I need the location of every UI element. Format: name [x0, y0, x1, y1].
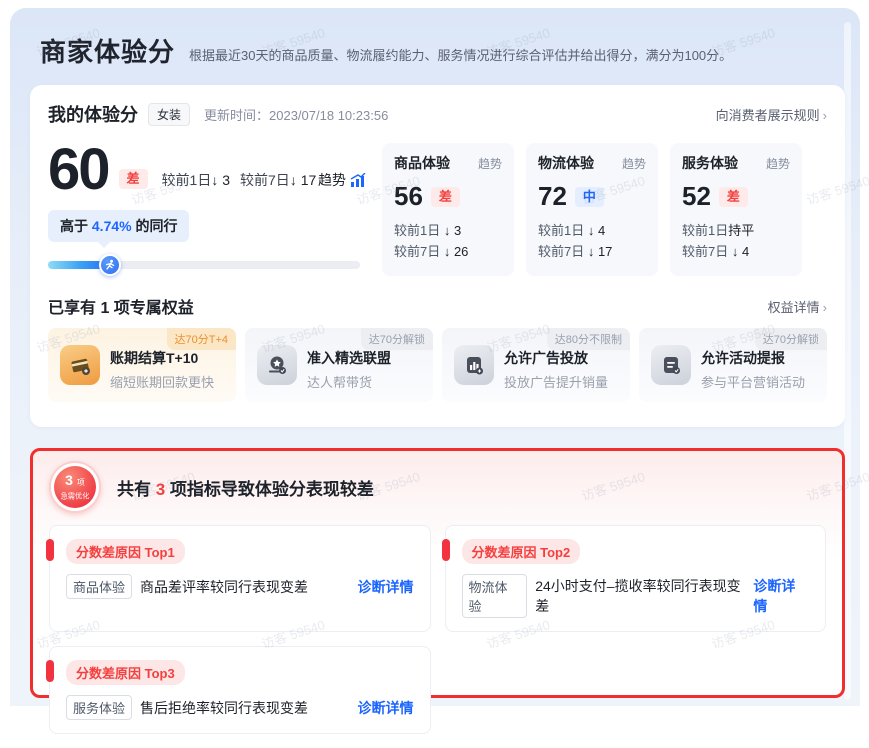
category-tag: 女装	[148, 103, 190, 126]
reason-text: 商品差评率较同行表现变差	[140, 577, 308, 597]
diagnosis-card-top1: 分数差原因 Top1 商品体验 商品差评率较同行表现变差 诊断详情	[49, 525, 431, 632]
score-progress-knob	[99, 254, 121, 276]
benefit-card-alliance[interactable]: 达70分解锁 准入精选联盟 达人帮带货	[245, 328, 433, 402]
diagnosis-detail-link[interactable]: 诊断详情	[753, 576, 809, 616]
total-score-vs-day7: 较前7日↓ 17	[240, 170, 316, 190]
dimension-tag: 物流体验	[462, 574, 528, 618]
issue-count-badge: 3 项 急需优化	[49, 461, 101, 513]
star-alliance-icon	[257, 345, 297, 385]
chevron-right-icon: ›	[823, 300, 827, 315]
page-title: 商家体验分	[40, 32, 175, 69]
product-trend-link[interactable]: 趋势	[478, 155, 502, 172]
diagnosis-detail-link[interactable]: 诊断详情	[358, 577, 414, 597]
subscore-cards: 商品体验 趋势 56 差 较前1日 ↓ 3 较前7日 ↓ 26 物流体验 趋势 …	[382, 143, 802, 276]
page-header: 商家体验分 根据最近30天的商品质量、物流履约能力、服务情况进行综合评估并给出得…	[40, 32, 732, 69]
dimension-tag: 商品体验	[66, 574, 132, 599]
show-consumer-rules-link[interactable]: 向消费者展示规则›	[716, 105, 827, 124]
diagnosis-section: 3 项 急需优化 共有 3 项指标导致体验分表现较差 分数差原因 Top1 商品…	[30, 448, 845, 698]
score-card-title: 我的体验分	[48, 101, 138, 127]
peer-progress-bar	[48, 254, 360, 276]
product-level-badge: 差	[431, 187, 460, 207]
logistics-level-badge: 中	[575, 187, 604, 207]
runner-icon	[104, 259, 116, 271]
total-score-value: 60	[48, 143, 109, 196]
benefit-cards: 达70分T+4 账期结算T+10 缩短账期回款更快 达70分解锁	[48, 328, 827, 402]
dimension-tag: 服务体验	[66, 695, 132, 720]
reason-text: 24小时支付–揽收率较同行表现变差	[535, 576, 753, 616]
diagnosis-card-top2: 分数差原因 Top2 物流体验 24小时支付–揽收率较同行表现变差 诊断详情	[445, 525, 827, 632]
experience-score-card: 我的体验分 女装 更新时间：2023/07/18 10:23:56 向消费者展示…	[30, 85, 845, 427]
rank-badge: 分数差原因 Top2	[462, 539, 581, 564]
activity-report-icon	[651, 345, 691, 385]
scrollbar-track[interactable]	[844, 22, 851, 700]
product-score-value: 56	[394, 181, 423, 212]
service-trend-link[interactable]: 趋势	[766, 155, 790, 172]
diagnosis-card-top3: 分数差原因 Top3 服务体验 售后拒绝率较同行表现变差 诊断详情	[49, 646, 431, 734]
diagnosis-title: 共有 3 项指标导致体验分表现较差	[117, 475, 374, 500]
reason-text: 售后拒绝率较同行表现变差	[140, 698, 308, 718]
trend-chart-icon	[350, 173, 366, 187]
total-score-level-badge: 差	[119, 169, 148, 189]
logistics-score-value: 72	[538, 181, 567, 212]
ad-chart-icon	[454, 345, 494, 385]
subscore-card-product: 商品体验 趋势 56 差 较前1日 ↓ 3 较前7日 ↓ 26	[382, 143, 514, 276]
chevron-right-icon: ›	[823, 108, 827, 123]
benefits-detail-link[interactable]: 权益详情›	[768, 297, 827, 316]
benefit-card-campaign[interactable]: 达70分解锁 允许活动提报 参与平台营销活动	[639, 328, 827, 402]
subscore-card-logistics: 物流体验 趋势 72 中 较前1日 ↓ 4 较前7日 ↓ 17	[526, 143, 658, 276]
service-level-badge: 差	[719, 187, 748, 207]
diagnosis-detail-link[interactable]: 诊断详情	[358, 698, 414, 718]
rank-badge: 分数差原因 Top3	[66, 660, 185, 685]
page-subtitle: 根据最近30天的商品质量、物流履约能力、服务情况进行综合评估并给出得分，满分为1…	[189, 37, 732, 64]
settlement-card-icon	[60, 345, 100, 385]
update-time: 更新时间：2023/07/18 10:23:56	[204, 105, 388, 124]
peer-comparison-bubble: 高于 4.74% 的同行	[48, 210, 189, 242]
total-trend-link[interactable]: 趋势	[318, 170, 366, 190]
benefit-card-settlement[interactable]: 达70分T+4 账期结算T+10 缩短账期回款更快	[48, 328, 236, 402]
benefit-card-ads[interactable]: 达80分不限制 允许广告投放 投放广告提升销量	[442, 328, 630, 402]
benefits-title: 已享有 1 项专属权益	[48, 294, 194, 318]
total-score-vs-day1: 较前1日↓ 3	[162, 170, 230, 190]
subscore-card-service: 服务体验 趋势 52 差 较前1日持平 较前7日 ↓ 4	[670, 143, 802, 276]
service-score-value: 52	[682, 181, 711, 212]
rank-badge: 分数差原因 Top1	[66, 539, 185, 564]
logistics-trend-link[interactable]: 趋势	[622, 155, 646, 172]
